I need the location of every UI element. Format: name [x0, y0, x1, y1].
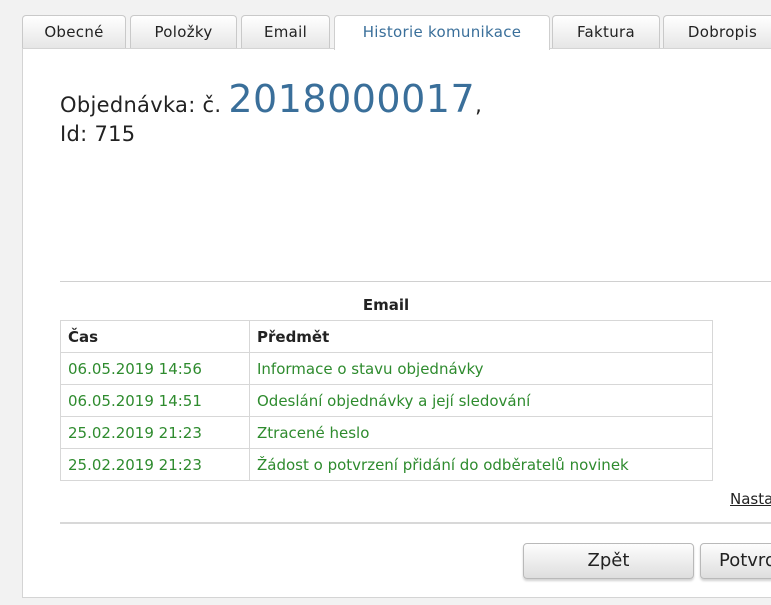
tab-bar: Obecné Položky Email Historie komunikace… — [22, 15, 771, 50]
settings-link[interactable]: Nasta — [730, 490, 771, 508]
tab-credit-note[interactable]: Dobropis — [663, 15, 771, 48]
email-section-title: Email — [362, 296, 410, 314]
tab-email[interactable]: Email — [241, 15, 330, 48]
divider — [60, 522, 771, 524]
email-subject[interactable]: Informace o stavu objednávky — [249, 352, 713, 385]
order-id: Id: 715 — [60, 122, 136, 146]
email-subject[interactable]: Žádost o potvrzení přidání do odběratelů… — [249, 448, 713, 481]
email-time: 06.05.2019 14:51 — [60, 384, 250, 417]
column-header-subject: Předmět — [249, 320, 713, 353]
email-subject[interactable]: Odeslání objednávky a její sledování — [249, 384, 713, 417]
email-time: 25.02.2019 21:23 — [60, 448, 250, 481]
table-row[interactable]: 25.02.2019 21:23 Ztracené heslo — [60, 416, 713, 449]
tab-communication-history[interactable]: Historie komunikace — [334, 15, 550, 50]
order-suffix: , — [475, 93, 483, 117]
table-row[interactable]: 25.02.2019 21:23 Žádost o potvrzení přid… — [60, 448, 713, 481]
confirm-button[interactable]: Potvrd — [700, 543, 771, 579]
table-row[interactable]: 06.05.2019 14:51 Odeslání objednávky a j… — [60, 384, 713, 417]
order-prefix: Objednávka: č. — [60, 93, 222, 117]
tab-invoice[interactable]: Faktura — [552, 15, 660, 48]
email-history-table: Čas Předmět 06.05.2019 14:56 Informace o… — [60, 320, 713, 481]
tab-items[interactable]: Položky — [130, 15, 237, 48]
order-number: 2018000017 — [228, 77, 476, 121]
content-panel: Objednávka: č. 2018000017, Id: 715 Email… — [22, 48, 771, 598]
table-row[interactable]: 06.05.2019 14:56 Informace o stavu objed… — [60, 352, 713, 385]
email-time: 06.05.2019 14:56 — [60, 352, 250, 385]
back-button[interactable]: Zpět — [523, 543, 694, 579]
divider — [60, 281, 771, 282]
tab-general[interactable]: Obecné — [22, 15, 126, 48]
email-time: 25.02.2019 21:23 — [60, 416, 250, 449]
column-header-time: Čas — [60, 320, 250, 353]
order-title: Objednávka: č. 2018000017, — [60, 77, 482, 121]
email-subject[interactable]: Ztracené heslo — [249, 416, 713, 449]
table-header-row: Čas Předmět — [60, 320, 713, 353]
